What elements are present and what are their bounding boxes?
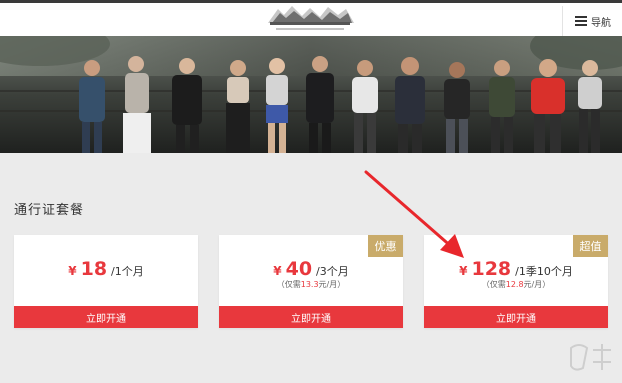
nav-button[interactable]: 导航: [562, 6, 622, 36]
note-monthly-price: 12.8: [505, 280, 524, 289]
hamburger-menu-icon: [575, 16, 587, 26]
price-amount: 128: [471, 258, 512, 280]
hero-banner: [0, 36, 622, 153]
subscribe-button[interactable]: 立即开通: [424, 306, 608, 328]
price-amount: 18: [80, 258, 108, 280]
price-period: /3个月: [316, 265, 349, 278]
monthly-price-note: （仅需13.3元/月）: [219, 279, 403, 290]
price-period: /1个月: [111, 265, 144, 278]
top-header: 导航: [0, 0, 622, 36]
cast-photo: [0, 36, 622, 153]
currency-symbol: ¥: [459, 264, 468, 278]
subscribe-button[interactable]: 立即开通: [14, 306, 198, 328]
plan-card-1-month: ¥18/1个月 立即开通: [14, 235, 198, 328]
note-suffix: 元/月）: [318, 280, 346, 289]
currency-symbol: ¥: [68, 264, 77, 278]
price-period: /1季10个月: [515, 265, 573, 278]
price-row: ¥40/3个月: [219, 258, 403, 280]
section-title: 通行证套餐: [14, 203, 85, 218]
plan-card-3-month: 优惠 ¥40/3个月 （仅需13.3元/月） 立即开通: [219, 235, 403, 328]
show-logo[interactable]: [262, 3, 358, 36]
note-monthly-price: 13.3: [300, 280, 319, 289]
subscribe-button[interactable]: 立即开通: [219, 306, 403, 328]
price-amount: 40: [285, 258, 313, 280]
watermark-icon: [570, 344, 611, 371]
note-suffix: 元/月）: [523, 280, 551, 289]
price-row: ¥128/1季10个月: [424, 258, 608, 280]
nav-label: 导航: [591, 17, 611, 29]
discount-badge: 优惠: [368, 235, 403, 257]
plan-card-season: 超值 ¥128/1季10个月 （仅需12.8元/月） 立即开通: [424, 235, 608, 328]
price-row: ¥18/1个月: [14, 258, 198, 280]
currency-symbol: ¥: [273, 264, 282, 278]
note-prefix: （仅需: [481, 280, 506, 289]
note-prefix: （仅需: [276, 280, 301, 289]
value-badge: 超值: [573, 235, 608, 257]
monthly-price-note: （仅需12.8元/月）: [424, 279, 608, 290]
